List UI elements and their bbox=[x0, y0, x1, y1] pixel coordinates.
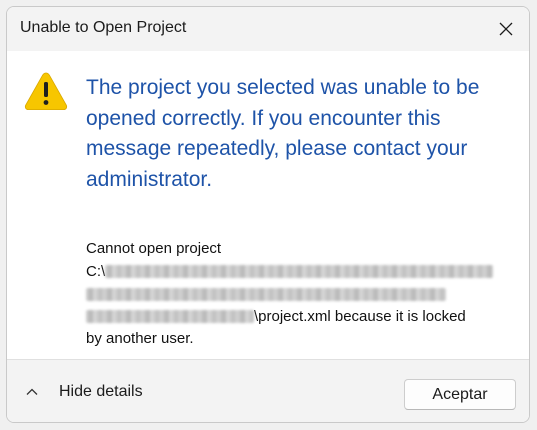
hide-details-label: Hide details bbox=[59, 383, 143, 400]
chevron-up-icon bbox=[26, 388, 38, 395]
dialog-footer: Hide details Aceptar bbox=[7, 359, 529, 422]
details-line-end: by another user. bbox=[86, 330, 194, 347]
close-button[interactable] bbox=[483, 7, 529, 51]
hide-details-toggle[interactable]: Hide details bbox=[25, 380, 143, 404]
path-suffix: \project.xml because it is locked bbox=[254, 307, 466, 325]
details-path-line-3: \project.xml because it is locked bbox=[86, 306, 516, 329]
title-bar: Unable to Open Project bbox=[7, 7, 529, 51]
redacted-path-segment bbox=[86, 287, 446, 301]
redacted-path-segment bbox=[86, 310, 254, 324]
details-path-line-2 bbox=[86, 283, 516, 306]
window-title: Unable to Open Project bbox=[20, 19, 187, 36]
dialog-content: The project you selected was unable to b… bbox=[7, 51, 529, 359]
redacted-path-segment bbox=[105, 265, 494, 279]
error-details: Cannot open project C:\ \project.xml bec… bbox=[86, 238, 516, 351]
details-line-1: Cannot open project bbox=[86, 240, 222, 257]
main-instruction: The project you selected was unable to b… bbox=[86, 76, 480, 191]
close-icon bbox=[499, 22, 513, 36]
warning-icon bbox=[24, 72, 68, 110]
accept-button[interactable]: Aceptar bbox=[404, 379, 516, 410]
details-path-line-1: C:\ bbox=[86, 261, 516, 284]
dialog-window: Unable to Open Project The project you s… bbox=[6, 6, 530, 423]
path-prefix: C:\ bbox=[86, 262, 106, 280]
